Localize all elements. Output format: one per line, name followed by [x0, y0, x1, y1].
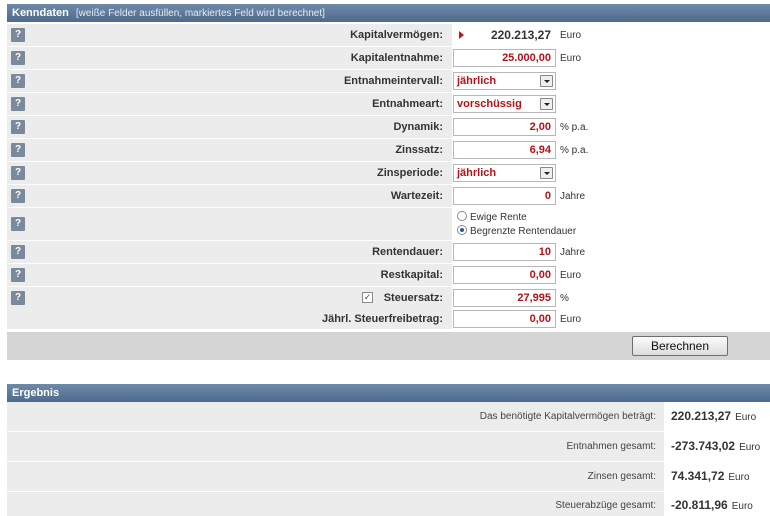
- wartezeit-label: Wartezeit:: [390, 190, 443, 202]
- result-row: Das benötigte Kapitalvermögen beträgt: 2…: [7, 402, 770, 431]
- kenndaten-header: Kenndaten [weiße Felder ausfüllen, marki…: [7, 4, 770, 22]
- row-entnahmeart: ? Entnahmeart: vorschüssig: [7, 93, 770, 115]
- radio-ewige-rente[interactable]: Ewige Rente: [457, 211, 527, 223]
- restkapital-input[interactable]: 0,00: [453, 266, 556, 284]
- radio-begrenzte-rentendauer[interactable]: Begrenzte Rentendauer: [457, 225, 576, 237]
- restkapital-unit: Euro: [560, 270, 582, 281]
- entnahmeintervall-value: jährlich: [457, 75, 497, 87]
- result-value: 220.213,27 Euro: [671, 409, 757, 423]
- result-label: Zinsen gesamt:: [587, 471, 656, 482]
- row-rentenart: ? Ewige Rente Begrenzte Rentendauer: [7, 208, 770, 240]
- help-icon[interactable]: ?: [11, 143, 25, 157]
- rentendauer-input[interactable]: 10: [453, 243, 556, 261]
- kapitalvermoegen-unit: Euro: [560, 30, 582, 41]
- kapitalvermoegen-label: Kapitalvermögen:: [350, 29, 443, 41]
- result-label: Das benötigte Kapitalvermögen beträgt:: [479, 411, 656, 422]
- result-value: -273.743,02 Euro: [671, 439, 761, 453]
- help-icon[interactable]: ?: [11, 217, 25, 231]
- zinssatz-label: Zinssatz:: [395, 144, 443, 156]
- entnahmeart-select[interactable]: vorschüssig: [453, 95, 556, 113]
- berechnen-button[interactable]: Berechnen: [632, 336, 728, 356]
- wartezeit-unit: Jahre: [560, 191, 586, 202]
- zinsperiode-value: jährlich: [457, 167, 497, 179]
- row-dynamik: ? Dynamik: 2,00 % p.a.: [7, 116, 770, 138]
- dynamik-label: Dynamik:: [393, 121, 443, 133]
- kenndaten-subtitle: [weiße Felder ausfüllen, markiertes Feld…: [75, 8, 325, 19]
- row-zinssatz: ? Zinssatz: 6,94 % p.a.: [7, 139, 770, 161]
- help-icon[interactable]: ?: [11, 97, 25, 111]
- dropdown-arrow-icon[interactable]: [540, 75, 553, 87]
- help-icon[interactable]: ?: [11, 245, 25, 259]
- zinsperiode-label: Zinsperiode:: [376, 167, 443, 179]
- ewige-rente-label: Ewige Rente: [470, 212, 527, 223]
- help-icon[interactable]: ?: [11, 166, 25, 180]
- entnahmeart-value: vorschüssig: [457, 98, 522, 110]
- help-icon[interactable]: ?: [11, 189, 25, 203]
- steuersatz-label: Steuersatz:: [383, 292, 443, 304]
- help-icon[interactable]: ?: [11, 74, 25, 88]
- begrenzte-rentendauer-label: Begrenzte Rentendauer: [470, 226, 577, 237]
- steuersatz-unit: %: [560, 293, 569, 304]
- dropdown-arrow-icon[interactable]: [540, 98, 553, 110]
- kenndaten-title: Kenndaten: [12, 7, 69, 19]
- row-rentendauer: ? Rentendauer: 10 Jahre: [7, 241, 770, 263]
- restkapital-label: Restkapital:: [380, 269, 443, 281]
- wartezeit-input[interactable]: 0: [453, 187, 556, 205]
- dropdown-arrow-icon[interactable]: [540, 167, 553, 179]
- result-row: Entnahmen gesamt: -273.743,02 Euro: [7, 432, 770, 461]
- radio-button[interactable]: [457, 211, 467, 221]
- ergebnis-header: Ergebnis: [7, 384, 770, 402]
- kapitalentnahme-unit: Euro: [560, 53, 582, 64]
- row-kapitalentnahme: ? Kapitalentnahme: 25.000,00 Euro: [7, 47, 770, 69]
- row-entnahmeintervall: ? Entnahmeintervall: jährlich: [7, 70, 770, 92]
- dynamik-unit: % p.a.: [560, 122, 589, 133]
- rentendauer-unit: Jahre: [560, 247, 586, 258]
- result-value: -20.811,96 Euro: [671, 498, 753, 512]
- entnahmeintervall-label: Entnahmeintervall:: [343, 75, 443, 87]
- kapitalentnahme-label: Kapitalentnahme:: [350, 52, 443, 64]
- kapitalvermoegen-value: 220.213,27: [490, 28, 551, 42]
- result-label: Steuerabzüge gesamt:: [555, 500, 656, 511]
- button-bar: Berechnen: [7, 332, 770, 360]
- result-row: Zinsen gesamt: 74.341,72 Euro: [7, 462, 770, 491]
- steuerfreibetrag-input[interactable]: 0,00: [453, 310, 556, 328]
- help-icon[interactable]: ?: [11, 291, 25, 305]
- row-kapitalvermoegen: ? Kapitalvermögen: 220.213,27 Euro: [7, 24, 770, 46]
- help-icon[interactable]: ?: [11, 268, 25, 282]
- row-steuer: ? ✓ Steuersatz: Jährl. Steuerfreibetrag:…: [7, 287, 770, 329]
- kapitalentnahme-input[interactable]: 25.000,00: [453, 49, 556, 67]
- help-icon[interactable]: ?: [11, 28, 25, 42]
- steuersatz-input[interactable]: 27,995: [453, 289, 556, 307]
- entnahmeart-label: Entnahmeart:: [372, 98, 443, 110]
- help-icon[interactable]: ?: [11, 120, 25, 134]
- dynamik-input[interactable]: 2,00: [453, 118, 556, 136]
- steuerfreibetrag-label: Jährl. Steuerfreibetrag:: [321, 313, 443, 325]
- zinssatz-unit: % p.a.: [560, 145, 589, 156]
- result-row: Steuerabzüge gesamt: -20.811,96 Euro: [7, 492, 770, 516]
- row-restkapital: ? Restkapital: 0,00 Euro: [7, 264, 770, 286]
- radio-button-selected[interactable]: [457, 225, 467, 235]
- steuersatz-checkbox[interactable]: ✓: [362, 292, 373, 303]
- entnahmeintervall-select[interactable]: jährlich: [453, 72, 556, 90]
- result-label: Entnahmen gesamt:: [566, 441, 657, 452]
- row-zinsperiode: ? Zinsperiode: jährlich: [7, 162, 770, 184]
- help-icon[interactable]: ?: [11, 51, 25, 65]
- result-value: 74.341,72 Euro: [671, 469, 750, 483]
- ergebnis-title: Ergebnis: [12, 387, 60, 399]
- zinssatz-input[interactable]: 6,94: [453, 141, 556, 159]
- rentendauer-label: Rentendauer:: [372, 246, 443, 258]
- zinsperiode-select[interactable]: jährlich: [453, 164, 556, 182]
- steuerfreibetrag-unit: Euro: [560, 314, 582, 325]
- row-wartezeit: ? Wartezeit: 0 Jahre: [7, 185, 770, 207]
